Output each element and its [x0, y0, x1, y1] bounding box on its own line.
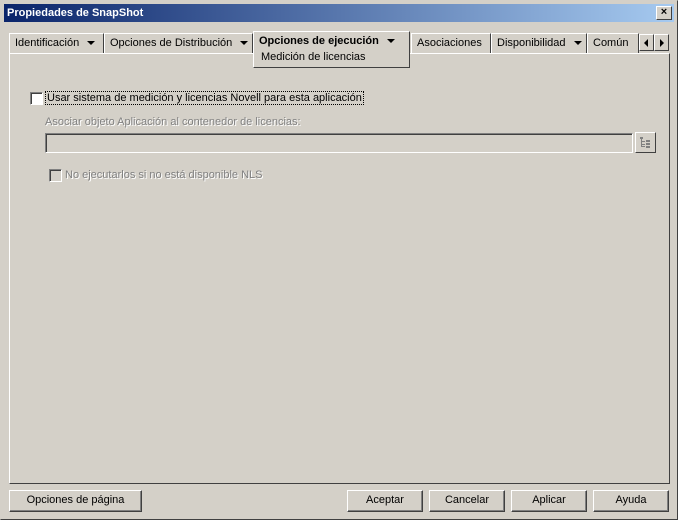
tab-scroll-controls — [639, 34, 669, 51]
tab-label: Asociaciones — [417, 37, 482, 49]
tab-identificacion[interactable]: Identificación — [9, 33, 104, 53]
tab-label: Común — [593, 37, 629, 49]
subtab-medicion-licencias[interactable]: Medición de licencias — [253, 49, 410, 68]
tab-panel: Usar sistema de medición y licencias Nov… — [9, 53, 670, 484]
window-title: Propiedades de SnapShot — [7, 7, 144, 19]
browse-tree-icon — [640, 137, 650, 148]
tab-scroll-left-button[interactable] — [639, 34, 654, 51]
chevron-down-icon[interactable] — [240, 41, 249, 46]
tab-label: Identificación — [15, 37, 80, 49]
tab-opciones-distribucion[interactable]: Opciones de Distribución — [104, 33, 253, 53]
close-icon: × — [660, 6, 668, 18]
tab-asociaciones[interactable]: Asociaciones — [411, 33, 491, 53]
properties-dialog: Propiedades de SnapShot × Identificación… — [0, 0, 678, 520]
tab-label: Opciones de ejecución — [259, 35, 379, 47]
no-run-label: No ejecutarlos si no está disponible NLS — [65, 169, 263, 181]
tab-scroll-left-icon — [644, 39, 648, 47]
close-button[interactable]: × — [656, 6, 672, 20]
tab-scroll-right-icon — [660, 39, 664, 47]
tab-comun[interactable]: Común — [587, 33, 639, 53]
chevron-down-icon[interactable] — [87, 41, 96, 46]
chevron-down-icon[interactable] — [386, 39, 395, 44]
page-options-button[interactable]: Opciones de página — [9, 490, 142, 512]
cancel-button[interactable]: Cancelar — [429, 490, 505, 512]
accept-button[interactable]: Aceptar — [347, 490, 423, 512]
tab-label: Opciones de Distribución — [110, 37, 233, 49]
tab-scroll-right-button[interactable] — [654, 34, 669, 51]
tab-disponibilidad[interactable]: Disponibilidad — [491, 33, 587, 53]
associate-container-label: Asociar objeto Aplicación al contenedor … — [45, 116, 301, 128]
subtab-label: Medición de licencias — [261, 51, 366, 63]
apply-button[interactable]: Aplicar — [511, 490, 587, 512]
help-button[interactable]: Ayuda — [593, 490, 669, 512]
license-container-field[interactable] — [45, 133, 633, 153]
title-bar: Propiedades de SnapShot × — [4, 4, 674, 22]
tab-label: Disponibilidad — [497, 37, 566, 49]
use-metering-label[interactable]: Usar sistema de medición y licencias Nov… — [45, 91, 364, 105]
chevron-down-icon[interactable] — [573, 41, 582, 46]
use-metering-checkbox[interactable] — [30, 92, 43, 105]
no-run-checkbox[interactable] — [49, 169, 62, 182]
browse-button[interactable] — [635, 132, 656, 153]
